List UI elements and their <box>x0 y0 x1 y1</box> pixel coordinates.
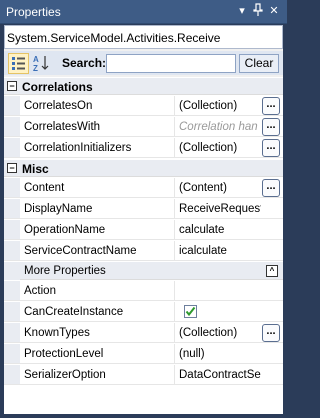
row-gutter <box>4 178 20 197</box>
collapse-misc-icon[interactable]: − <box>7 163 17 173</box>
property-value[interactable]: (Collection) <box>179 142 261 154</box>
property-value[interactable]: ReceiveRequest <box>179 203 261 215</box>
property-row-servicecontractname[interactable]: ServiceContractName icalculate <box>4 241 283 261</box>
pin-icon[interactable] <box>251 3 265 19</box>
property-row-displayname[interactable]: DisplayName ReceiveRequest <box>4 199 283 219</box>
property-name: KnownTypes <box>24 327 90 339</box>
row-gutter <box>4 344 20 363</box>
collapse-correlations-icon[interactable]: − <box>7 81 17 91</box>
property-row-protectionlevel[interactable]: ProtectionLevel (null) <box>4 344 283 364</box>
property-value[interactable]: calculate <box>179 224 261 236</box>
row-gutter <box>4 220 20 239</box>
property-name: Content <box>24 182 65 194</box>
property-name: CorrelatesWith <box>24 121 101 133</box>
column-divider[interactable] <box>174 178 175 197</box>
property-row-correlationinitializers[interactable]: CorrelationInitializers (Collection) ... <box>4 138 283 158</box>
property-value[interactable]: (Content) <box>179 182 261 194</box>
row-gutter <box>4 117 20 136</box>
ellipsis-button[interactable]: ... <box>262 179 280 197</box>
svg-text:Z: Z <box>33 64 38 73</box>
property-name: SerializerOption <box>24 369 106 381</box>
property-name: OperationName <box>24 224 106 236</box>
property-value[interactable]: icalculate <box>179 245 261 257</box>
column-divider[interactable] <box>174 365 175 384</box>
window-title: Properties <box>6 5 61 19</box>
property-name: Action <box>24 285 56 297</box>
more-properties-header[interactable]: More Properties ^ <box>20 262 283 280</box>
property-name: CanCreateInstance <box>24 306 124 318</box>
category-correlations[interactable]: − Correlations <box>4 78 283 95</box>
alphabetical-icon[interactable]: A Z <box>31 53 52 74</box>
window-menu-dropdown-icon[interactable]: ▾ <box>235 3 249 19</box>
column-divider[interactable] <box>174 220 175 239</box>
row-gutter <box>4 323 20 342</box>
more-properties-label: More Properties <box>24 265 106 277</box>
property-name: ProtectionLevel <box>24 348 104 360</box>
property-name: CorrelationInitializers <box>24 142 132 154</box>
column-divider[interactable] <box>174 323 175 342</box>
row-gutter <box>4 302 20 321</box>
row-gutter <box>4 241 20 260</box>
row-gutter <box>4 262 20 280</box>
column-divider[interactable] <box>174 138 175 157</box>
column-divider[interactable] <box>174 199 175 218</box>
property-grid: − Correlations CorrelatesOn (Collection)… <box>4 77 283 414</box>
column-divider[interactable] <box>174 281 175 300</box>
row-gutter <box>4 365 20 384</box>
ellipsis-button[interactable]: ... <box>262 97 280 115</box>
property-value[interactable]: DataContractSeri <box>179 369 261 381</box>
search-label: Search: <box>62 56 107 70</box>
checkmark-icon <box>185 306 196 317</box>
property-value[interactable]: (null) <box>179 348 261 360</box>
property-name: CorrelatesOn <box>24 100 93 112</box>
window-titlebar: Properties ▾ ✕ <box>0 0 287 24</box>
property-row-serializeroption[interactable]: SerializerOption DataContractSeri <box>4 365 283 385</box>
category-label: Correlations <box>22 80 93 94</box>
property-row-correlateswith[interactable]: CorrelatesWith Correlation han ... <box>4 117 283 137</box>
properties-panel: System.ServiceModel.Activities.Receive A… <box>4 25 283 414</box>
property-row-correlateson[interactable]: CorrelatesOn (Collection) ... <box>4 96 283 116</box>
ellipsis-button[interactable]: ... <box>262 324 280 342</box>
ellipsis-button[interactable]: ... <box>262 118 280 136</box>
property-row-cancreateinstance[interactable]: CanCreateInstance <box>4 302 283 322</box>
column-divider[interactable] <box>174 117 175 136</box>
property-name: DisplayName <box>24 203 93 215</box>
property-row-action[interactable]: Action <box>4 281 283 301</box>
categorized-icon[interactable] <box>8 53 29 74</box>
search-input[interactable] <box>106 54 236 73</box>
object-selector[interactable]: System.ServiceModel.Activities.Receive <box>4 25 283 49</box>
row-gutter <box>4 199 20 218</box>
close-icon[interactable]: ✕ <box>267 3 281 19</box>
category-label: Misc <box>22 162 49 176</box>
ellipsis-button[interactable]: ... <box>262 139 280 157</box>
properties-toolbar: A Z Search: Clear <box>4 51 283 75</box>
property-value[interactable]: (Collection) <box>179 327 261 339</box>
property-row-content[interactable]: Content (Content) ... <box>4 178 283 198</box>
property-row-operationname[interactable]: OperationName calculate <box>4 220 283 240</box>
column-divider[interactable] <box>174 96 175 115</box>
category-misc[interactable]: − Misc <box>4 160 283 177</box>
cancreateinstance-checkbox[interactable] <box>184 305 197 318</box>
column-divider[interactable] <box>174 302 175 321</box>
property-row-knowntypes[interactable]: KnownTypes (Collection) ... <box>4 323 283 343</box>
column-divider[interactable] <box>174 344 175 363</box>
row-gutter <box>4 281 20 300</box>
column-divider[interactable] <box>174 241 175 260</box>
row-gutter <box>4 96 20 115</box>
property-name: ServiceContractName <box>24 245 137 257</box>
property-value[interactable]: Correlation han <box>179 121 261 133</box>
clear-button[interactable]: Clear <box>239 54 279 73</box>
property-value[interactable]: (Collection) <box>179 100 261 112</box>
row-gutter <box>4 138 20 157</box>
svg-text:A: A <box>33 55 39 64</box>
collapse-more-properties-icon[interactable]: ^ <box>266 265 278 277</box>
